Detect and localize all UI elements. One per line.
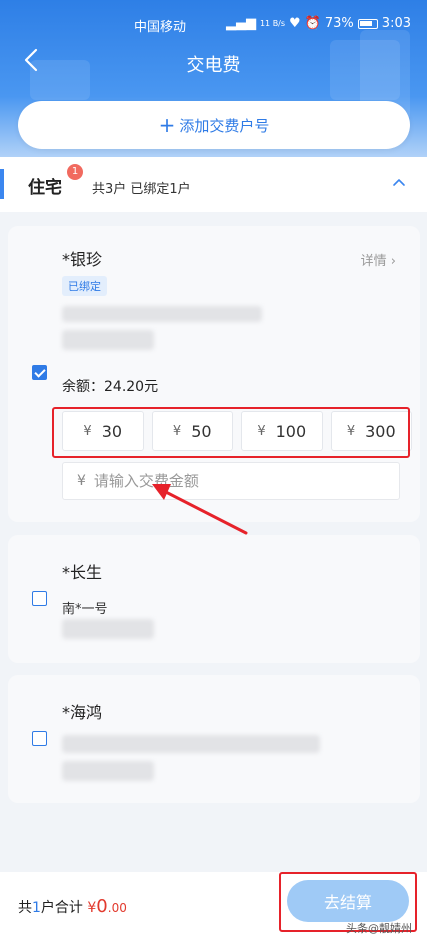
category-accent-bar	[0, 169, 4, 199]
bound-tag: 已绑定	[62, 276, 107, 296]
account-checkbox[interactable]	[32, 591, 47, 606]
account-name: *银珍	[62, 250, 103, 269]
account-address: 南*一号	[62, 602, 108, 617]
network-speed: 11 B/s	[259, 19, 286, 28]
chevron-up-icon	[393, 179, 405, 186]
account-checkbox[interactable]	[32, 365, 47, 380]
heart-icon: ♥	[289, 16, 301, 31]
total-mid: 户合计	[40, 900, 83, 916]
total-price-int: 0	[96, 896, 108, 917]
account-name: *长生	[62, 563, 103, 582]
balance-label: 余额：24.20元	[62, 379, 159, 395]
blurred-account-number	[62, 761, 154, 781]
blurred-account-number	[62, 330, 154, 350]
checkout-button[interactable]: 去结算	[287, 880, 409, 922]
details-link[interactable]: 详情 ›	[361, 250, 396, 269]
currency-symbol: ¥	[77, 473, 86, 489]
total-currency: ¥	[87, 900, 97, 916]
signal-icon: ▂▄▆	[225, 16, 256, 31]
amount-option-50[interactable]: ¥ 50	[151, 411, 233, 451]
blurred-account-number	[62, 619, 154, 639]
amount-value: 300	[365, 421, 396, 441]
status-bar: 中国移动 ▂▄▆ 11 B/s ♥ ⏰ 73% 3:03	[0, 14, 427, 36]
alarm-icon: ⏰	[304, 16, 321, 31]
account-name: *海鸿	[62, 703, 103, 722]
amount-option-100[interactable]: ¥ 100	[241, 411, 323, 451]
watermark: 头条@靓婧州	[346, 922, 412, 935]
chevron-right-icon: ›	[390, 254, 396, 269]
blurred-address	[62, 306, 262, 322]
amount-value: 100	[275, 421, 307, 441]
currency-symbol: ¥	[172, 423, 182, 439]
total-price-dec: .00	[107, 901, 127, 915]
amount-value: 30	[101, 421, 123, 441]
carrier-label: 中国移动	[134, 20, 187, 35]
total-price: ¥0.00	[87, 896, 127, 917]
category-summary: 共3户 已绑定1户	[92, 182, 191, 197]
category-badge: 1	[67, 164, 83, 180]
add-account-button[interactable]: + 添加交费户号	[18, 101, 410, 149]
add-account-label: 添加交费户号	[179, 116, 270, 135]
plus-icon: +	[158, 113, 176, 137]
page-title: 交电费	[186, 55, 241, 76]
bottom-bar: 共1户合计 ¥0.00 去结算 头条@靓婧州	[0, 872, 427, 944]
currency-symbol: ¥	[346, 423, 356, 439]
battery-percent: 73%	[324, 16, 354, 31]
clock: 3:03	[381, 16, 411, 31]
total-summary: 共1户合计 ¥0.00	[18, 896, 127, 917]
total-count: 1	[32, 900, 41, 916]
battery-icon	[357, 18, 378, 29]
account-card: *海鸿	[8, 675, 420, 803]
details-label: 详情	[360, 254, 387, 269]
amount-value: 50	[191, 421, 212, 441]
collapse-toggle[interactable]	[391, 174, 407, 190]
category-title: 住宅	[28, 178, 62, 198]
account-checkbox[interactable]	[32, 731, 47, 746]
currency-symbol: ¥	[257, 423, 266, 439]
total-prefix: 共	[18, 900, 32, 916]
category-header[interactable]: 住宅 1 共3户 已绑定1户	[0, 157, 427, 212]
amount-option-30[interactable]: ¥ 30	[62, 411, 144, 451]
arrow-icon	[152, 484, 248, 535]
amount-option-300[interactable]: ¥ 300	[330, 411, 412, 451]
amount-options: ¥ 30 ¥ 50 ¥ 100 ¥ 300	[62, 411, 412, 451]
account-card: *长生 南*一号	[8, 535, 420, 663]
status-icons: ▂▄▆ 11 B/s ♥ ⏰ 73% 3:03	[226, 16, 411, 31]
blurred-address	[62, 735, 320, 753]
currency-symbol: ¥	[83, 423, 92, 439]
